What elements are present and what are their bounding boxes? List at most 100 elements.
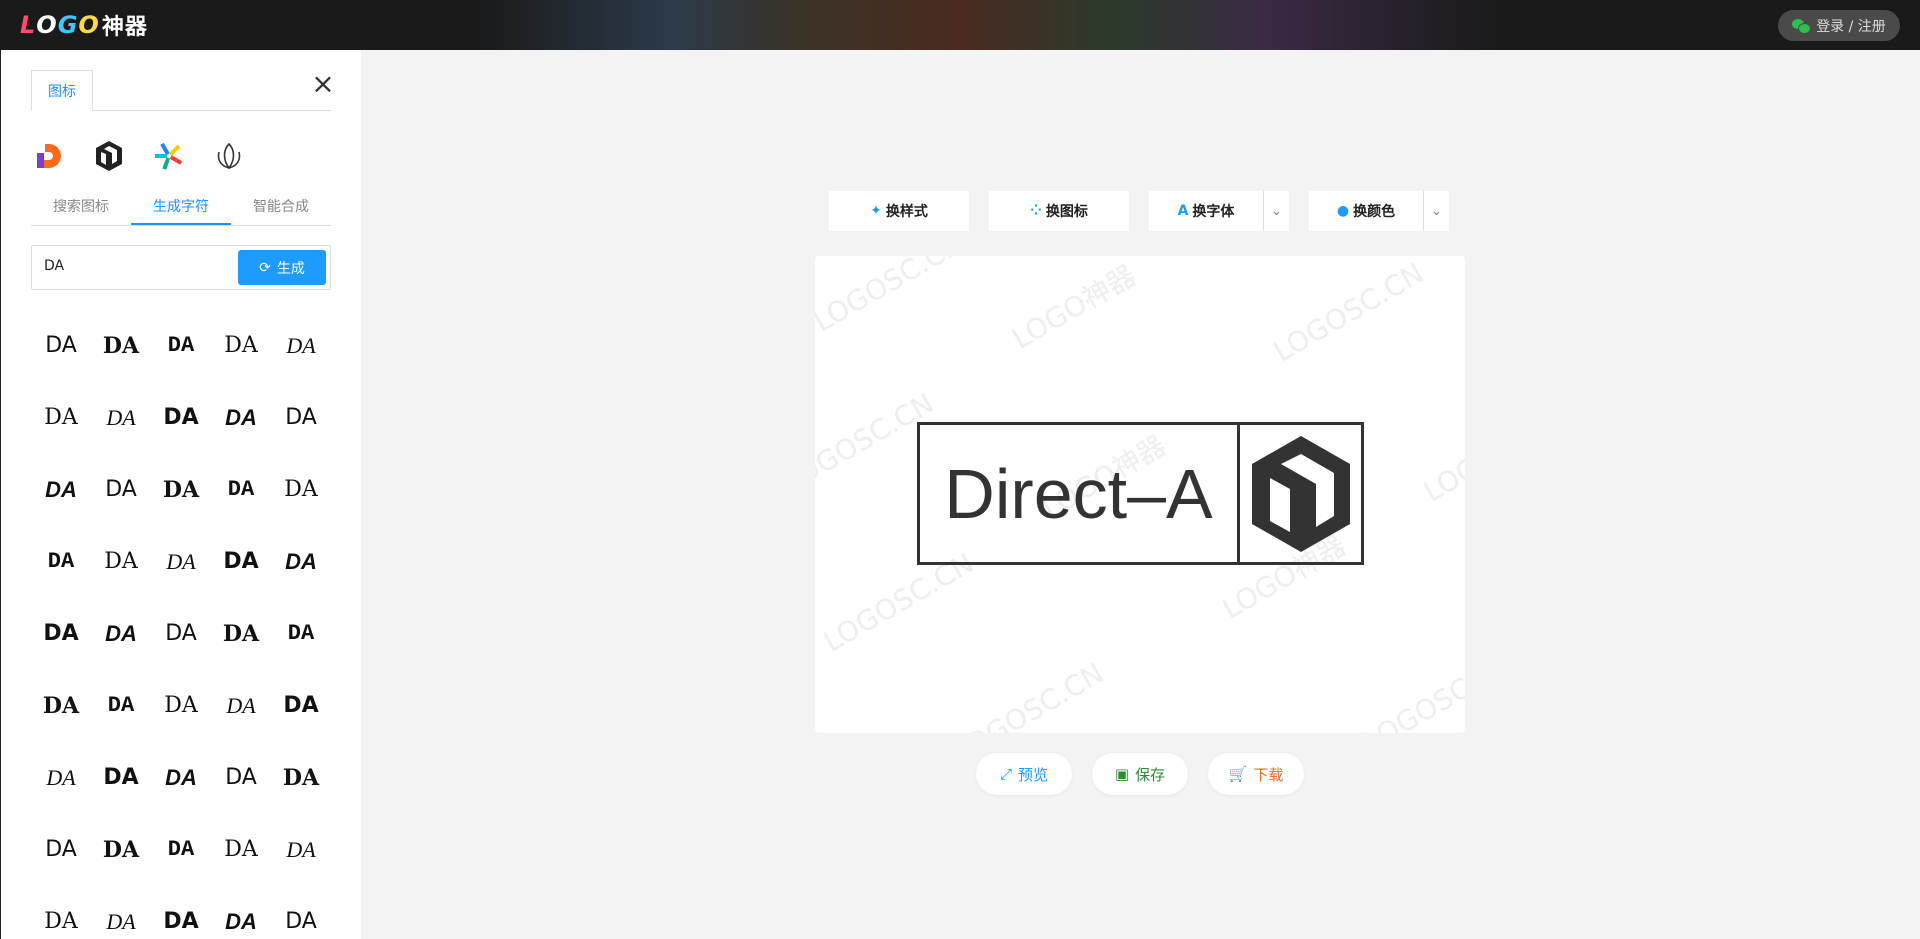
recent-icons-row [31,138,246,174]
glyph-option[interactable]: DA [91,747,151,819]
glyph-option[interactable]: DA [31,315,91,387]
change-style-label: 换样式 [885,204,928,220]
glyph-option[interactable]: DA [211,747,271,819]
glyph-option[interactable]: DA [91,531,151,603]
glyph-option[interactable]: DA [151,747,211,819]
change-color-label: 换颜色 [1353,204,1396,220]
generate-label: 生成 [276,260,305,277]
watermark: LOGOSC.CN [815,256,970,339]
glyph-option[interactable]: DA [271,459,331,531]
wechat-icon [1792,18,1812,34]
logo-preview[interactable]: Direct–A [917,422,1364,565]
font-a-icon: A [1177,203,1189,219]
watermark: LOGO神器 [1006,258,1142,356]
logo-canvas[interactable]: LOGOSC.CN LOGO神器 LOGOSC.CN LOGOSC.CN LOG… [815,256,1465,733]
watermark: LOGOSC.CN [1267,256,1430,369]
glyph-option[interactable]: DA [91,891,151,939]
glyph-option[interactable]: DA [151,459,211,531]
login-label: 登录 / 注册 [1816,18,1886,35]
top-bar: L O G O 神器 登录 / 注册 [0,0,1920,50]
watermark: LOGOSC.CN [947,656,1110,733]
save-label: 保存 [1135,765,1166,784]
glyph-grid: DA DA DA DA DA DA DA DA DA DA DA DA DA DA DA DA DA DA DA DA… [31,315,331,939]
glyph-option[interactable]: DA [31,387,91,459]
subtab-generate-chars[interactable]: 生成字符 [131,186,231,225]
save-icon: ▣ [1114,765,1130,783]
glyph-option[interactable]: DA [211,315,271,387]
login-register-button[interactable]: 登录 / 注册 [1778,10,1900,41]
glyph-option[interactable]: DA [31,531,91,603]
glyph-option[interactable]: DA [91,819,151,891]
glyph-option[interactable]: DA [151,819,211,891]
color-pinwheel-icon[interactable] [151,138,186,174]
glyph-option[interactable]: DA [271,675,331,747]
left-panel: 图标 × 搜索图标 生成字符 智能合成 DA ⟳ 生成 DA DA DA DA … [0,50,361,939]
watermark: LOGOSC.CN [1417,396,1465,509]
glyph-option[interactable]: DA [271,315,331,387]
glyph-option[interactable]: DA [271,531,331,603]
glyph-option[interactable]: DA [91,315,151,387]
change-icon-button[interactable]: ⁘ 换图标 [989,191,1129,231]
chevron-down-icon[interactable]: ⌄ [1263,191,1289,231]
change-color-button[interactable]: ● 换颜色 ⌄ [1309,191,1449,231]
hexagon-mark-icon[interactable] [91,138,126,174]
subtab-smart-compose[interactable]: 智能合成 [231,186,331,225]
glyph-option[interactable]: DA [211,459,271,531]
download-button[interactable]: 🛒 下载 [1208,753,1304,795]
glyph-option[interactable]: DA [211,675,271,747]
glyph-option[interactable]: DA [31,747,91,819]
glyph-option[interactable]: DA [31,675,91,747]
glyph-option[interactable]: DA [91,387,151,459]
glyph-option[interactable]: DA [151,603,211,675]
glyph-option[interactable]: DA [31,819,91,891]
change-style-button[interactable]: ✦ 换样式 [829,191,969,231]
site-logo[interactable]: L O G O 神器 [20,9,148,41]
glyph-option[interactable]: DA [91,603,151,675]
glyph-option[interactable]: DA [211,387,271,459]
preview-button[interactable]: ⤢ 预览 [976,753,1072,795]
watermark: LOGOSC.CN [1357,646,1465,733]
change-icon-label: 换图标 [1045,204,1088,220]
chevron-down-icon[interactable]: ⌄ [1423,191,1449,231]
char-input[interactable] [44,258,214,274]
logo-cn-text: 神器 [101,15,148,40]
glyph-option[interactable]: DA [211,531,271,603]
change-font-button[interactable]: A 换字体 ⌄ [1149,191,1289,231]
glyph-option[interactable]: DA [271,819,331,891]
glyph-option[interactable]: DA [91,459,151,531]
change-font-label: 换字体 [1192,204,1235,220]
expand-icon: ⤢ [999,765,1012,783]
subtabs: 搜索图标 生成字符 智能合成 [31,186,331,226]
glyph-option[interactable]: DA [271,891,331,939]
glyph-option[interactable]: DA [211,603,271,675]
close-icon[interactable]: × [309,70,337,98]
generate-button[interactable]: ⟳ 生成 [238,250,326,285]
glyph-option[interactable]: DA [271,387,331,459]
orange-d-icon[interactable] [31,138,66,174]
glyph-option[interactable]: DA [31,459,91,531]
glyph-option[interactable]: DA [151,675,211,747]
hexagon-logo-icon [1240,425,1361,562]
glyph-option[interactable]: DA [91,675,151,747]
subtab-search-icons[interactable]: 搜索图标 [31,186,131,225]
glyph-option[interactable]: DA [151,315,211,387]
glyph-option[interactable]: DA [211,891,271,939]
logo-letter: G [57,11,79,39]
download-label: 下载 [1253,765,1284,784]
glyph-option[interactable]: DA [271,603,331,675]
glyph-option[interactable]: DA [211,819,271,891]
glyph-option[interactable]: DA [151,531,211,603]
logo-text: Direct–A [920,425,1240,562]
save-button[interactable]: ▣ 保存 [1092,753,1188,795]
glyph-option[interactable]: DA [151,387,211,459]
glyph-option[interactable]: DA [151,891,211,939]
preview-label: 预览 [1018,765,1049,784]
lotus-outline-icon[interactable] [211,138,246,174]
tab-icons[interactable]: 图标 [31,70,93,111]
glyph-option[interactable]: DA [31,603,91,675]
glyph-option[interactable]: DA [31,891,91,939]
cart-icon: 🛒 [1228,765,1248,783]
sparkle-icon: ✦ [870,203,882,219]
glyph-option[interactable]: DA [271,747,331,819]
logo-letter: L [20,11,37,39]
